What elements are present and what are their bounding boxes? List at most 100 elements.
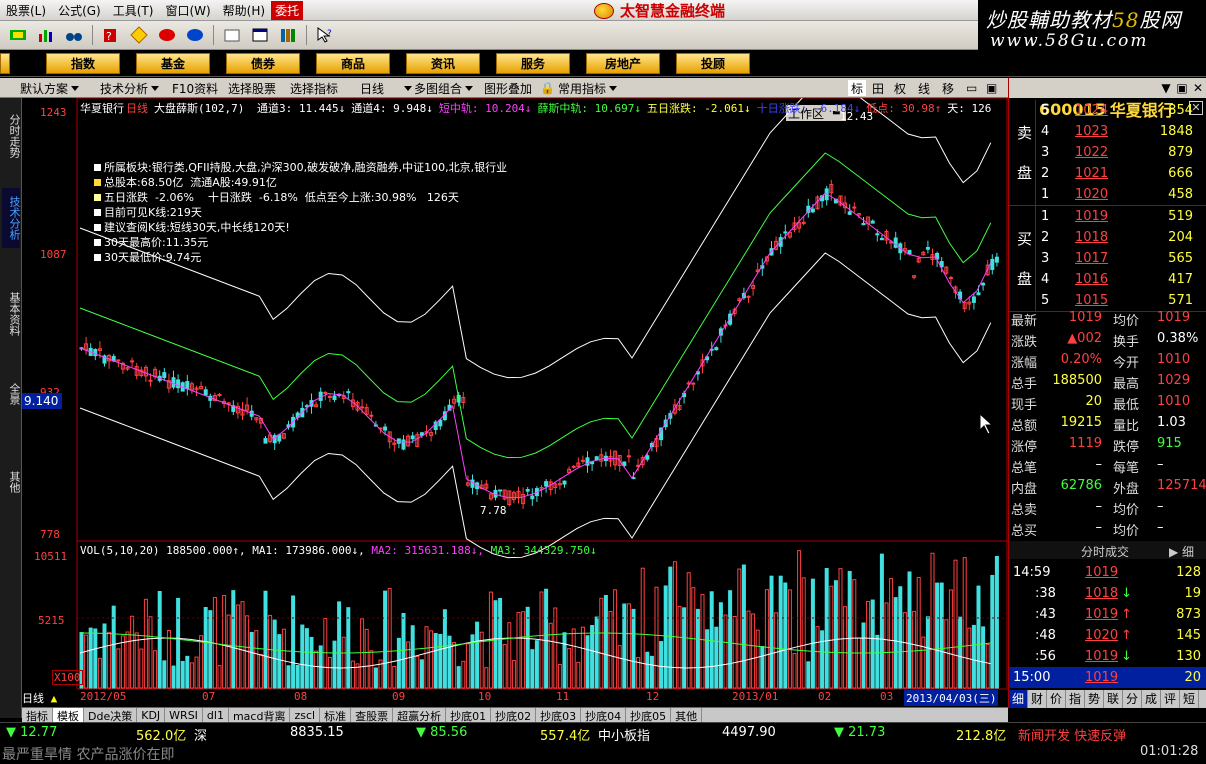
lock-icon[interactable]: 🔒 (540, 80, 555, 96)
bid-row[interactable]: 2 1018 204 (1009, 227, 1206, 248)
f10-blue-icon[interactable] (184, 25, 206, 45)
select-stock-button[interactable]: 选择股票 (228, 80, 276, 96)
volume-bar (346, 607, 351, 689)
period-dropdown[interactable]: 日线 (360, 80, 413, 96)
indicator-tab-10[interactable]: 超赢分析 (393, 708, 447, 723)
nav-fund[interactable]: 基金 (136, 53, 210, 74)
window-restore-icon[interactable]: ▭ (966, 80, 977, 96)
indicator-tab-9[interactable]: 查股票 (351, 708, 394, 723)
tech-analysis-dropdown[interactable]: 技术分析 (100, 80, 160, 96)
quote-tab-1[interactable]: 财 (1028, 690, 1047, 708)
period-label[interactable]: 日线 ▲ (22, 690, 58, 706)
volume-bar (764, 589, 769, 689)
quote-tab-0[interactable]: 细 (1009, 690, 1028, 708)
tb-line[interactable]: 线 (918, 80, 930, 96)
nav-bond[interactable]: 债券 (226, 53, 300, 74)
quote-tab-3[interactable]: 指 (1066, 690, 1085, 708)
common-indicator-dropdown[interactable]: 常用指标 (558, 80, 618, 96)
ask-row[interactable]: 3 1022 879 (1009, 142, 1206, 163)
nav-stub[interactable] (0, 53, 10, 74)
indicator-tab-5[interactable]: dl1 (203, 708, 229, 723)
select-indicator-button[interactable]: 选择指标 (290, 80, 338, 96)
news-text[interactable]: 最严重旱情 农产品涨价在即 (2, 744, 174, 764)
window-icon[interactable] (221, 25, 243, 45)
quote-tab-6[interactable]: 分 (1123, 690, 1142, 708)
nav-news[interactable]: 资讯 (406, 53, 480, 74)
quote-tab-2[interactable]: 价 (1047, 690, 1066, 708)
ask-row[interactable]: 1 1020 458 (1009, 184, 1206, 205)
scheme-dropdown[interactable]: 默认方案 (20, 80, 80, 96)
ask-row[interactable]: 2 1021 666 (1009, 163, 1206, 184)
window-minimize-icon[interactable]: ▣ (986, 80, 997, 96)
nav-advisor[interactable]: 投顾 (676, 53, 750, 74)
menu-stock[interactable]: 股票(L) (0, 2, 52, 19)
menu-trade[interactable]: 委托 (271, 0, 304, 20)
indicator-tab-16[interactable]: 其他 (671, 708, 703, 723)
indicator-tab-6[interactable]: macd背离 (229, 708, 291, 723)
tb-rights[interactable]: 权 (894, 80, 906, 96)
indicator-tab-2[interactable]: Dde决策 (84, 708, 138, 723)
menu-formula[interactable]: 公式(G) (52, 2, 107, 19)
quote-tab-7[interactable]: 成 (1142, 690, 1161, 708)
nav-commodity[interactable]: 商品 (316, 53, 390, 74)
layout-icon[interactable] (249, 25, 271, 45)
indicator-tab-7[interactable]: zscl (290, 708, 321, 723)
quote-tab-4[interactable]: 势 (1085, 690, 1104, 708)
indicator-tab-14[interactable]: 抄底04 (581, 708, 627, 723)
diamond-icon[interactable] (128, 25, 150, 45)
menu-window[interactable]: 窗口(W) (159, 2, 216, 19)
binoculars-icon[interactable] (63, 25, 85, 45)
svg-text:?: ? (327, 29, 332, 39)
indicator-tab-0[interactable]: 指标 (22, 708, 53, 723)
bid-row[interactable]: 4 1016 417 (1009, 269, 1206, 290)
tb-nav-down-icon[interactable]: ▼ (1159, 80, 1173, 96)
side-tab-panorama[interactable]: 全景 (2, 374, 21, 414)
nav-realestate[interactable]: 房地产 (586, 53, 660, 74)
bid-row[interactable]: 5 1015 571 (1009, 290, 1206, 311)
books-icon[interactable] (277, 25, 299, 45)
side-tab-intraday[interactable]: 分时走势 (2, 106, 21, 166)
indicator-tab-3[interactable]: KDJ (137, 708, 166, 723)
quote-tab-9[interactable]: 短 (1180, 690, 1199, 708)
multi-chart-dropdown[interactable]: 多图组合 (414, 80, 474, 96)
menu-tools[interactable]: 工具(T) (107, 2, 160, 19)
indicator-tab-8[interactable]: 标准 (320, 708, 352, 723)
tb-grid2-icon[interactable]: ▣ (1175, 80, 1189, 96)
volume-bar (281, 628, 286, 689)
side-tab-fundamental[interactable]: 基本资料 (2, 284, 21, 344)
volume-bar (755, 629, 760, 689)
quote-tab-8[interactable]: 评 (1161, 690, 1180, 708)
tb-move[interactable]: 移 (942, 80, 954, 96)
menu-help[interactable]: 帮助(H) (217, 2, 271, 19)
ask-row[interactable]: 4 1023 1848 (1009, 121, 1206, 142)
ask-volume: 1848 (1159, 124, 1193, 139)
tb-close-icon[interactable]: ✕ (1191, 80, 1205, 96)
indicator-tab-11[interactable]: 抄底01 (446, 708, 492, 723)
indicator-tab-12[interactable]: 抄底02 (491, 708, 537, 723)
bar-chart-icon[interactable] (35, 25, 57, 45)
nav-index[interactable]: 指数 (46, 53, 120, 74)
f10-button[interactable]: F10资料 (172, 80, 218, 96)
f10-red-icon[interactable] (156, 25, 178, 45)
nav-service[interactable]: 服务 (496, 53, 570, 74)
quote-tab-5[interactable]: 联 (1104, 690, 1123, 708)
bid-row[interactable]: 3 1017 565 (1009, 248, 1206, 269)
side-tab-tech[interactable]: 技术分析 (2, 188, 21, 248)
side-tab-other[interactable]: 其他 (2, 462, 21, 502)
kline-chart[interactable]: 华夏银行 日线 大盘薛斯(102,7) 通道3: 11.445↓ 通道4: 9.948… (22, 98, 1008, 708)
indicator-tab-1[interactable]: 模板 (53, 708, 84, 723)
ask-row[interactable]: 5 1024 854 (1009, 100, 1206, 121)
tb-mark[interactable]: 标 (848, 80, 867, 96)
ticks-expand-icon[interactable]: ▶ 细 (1169, 543, 1194, 560)
indicator-tab-4[interactable]: WRSI (165, 708, 203, 723)
overlay-dropdown[interactable]: 图形叠加 (484, 80, 532, 96)
bid-row[interactable]: 1 1019 519 (1009, 206, 1206, 227)
indicator-tab-15[interactable]: 抄底05 (626, 708, 672, 723)
tb-grid[interactable]: 田 (872, 80, 884, 96)
help-pointer-icon[interactable]: ? (314, 25, 336, 45)
indicator-tab-13[interactable]: 抄底03 (536, 708, 582, 723)
question-book-icon[interactable]: ? (100, 25, 122, 45)
volume-bar (415, 655, 420, 689)
flag-icon[interactable] (7, 25, 29, 45)
volume-bar (516, 612, 521, 689)
